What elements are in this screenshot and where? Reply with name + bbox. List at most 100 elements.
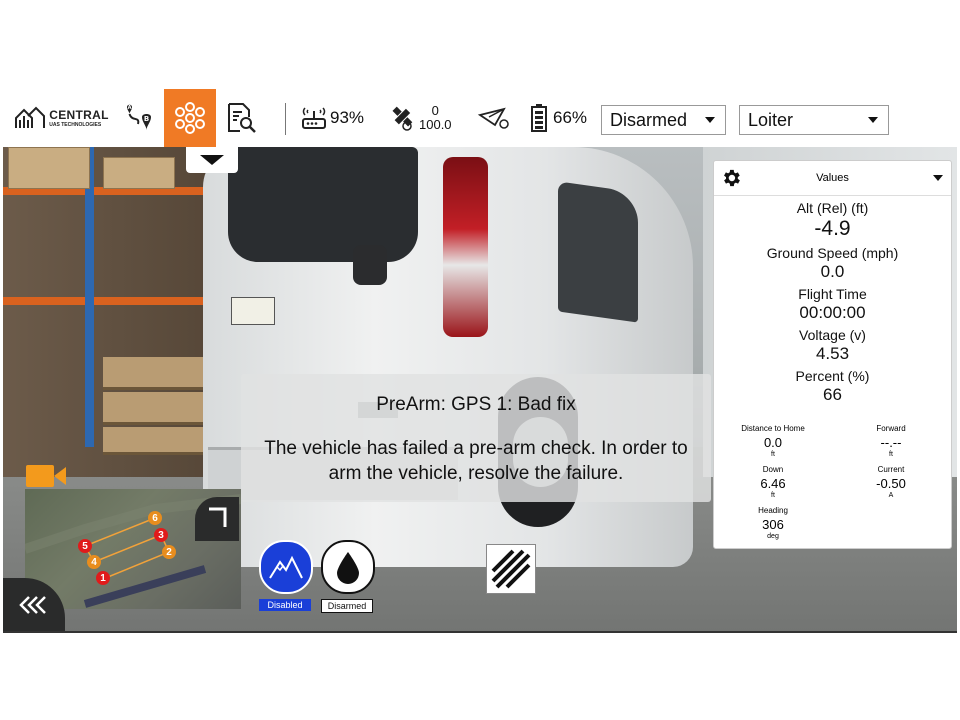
gps-indicator[interactable]: 0 100.0 [387, 89, 452, 147]
storage-box [103, 157, 175, 189]
gps-hdop: 100.0 [419, 117, 452, 132]
svg-text:B: B [144, 115, 149, 123]
video-camera-icon [26, 465, 66, 487]
route-plan-icon: B A [127, 104, 151, 130]
voltage-block: Voltage (v) 4.53 [714, 327, 951, 364]
toolbar-separator [285, 103, 286, 135]
document-search-icon [228, 103, 256, 133]
current-cell: Current -0.50 A [832, 465, 950, 499]
brand-name: CENTRAL [49, 107, 109, 122]
message-title: PreArm: GPS 1: Bad fix [376, 394, 576, 415]
van-side-window [558, 181, 638, 323]
ground-speed-value: 0.0 [820, 262, 845, 281]
telemetry-radio-icon [302, 107, 326, 129]
voltage-label: Voltage (v) [799, 327, 866, 343]
fly-view-button[interactable] [164, 89, 216, 147]
chevron-down-icon[interactable] [933, 175, 943, 181]
brand-text: CENTRAL UAS TECHNOLOGIES [49, 109, 108, 128]
distance-home-cell: Distance to Home 0.0 ft [714, 424, 832, 458]
terrain-follow-label: Disabled [259, 599, 311, 611]
rc-rssi-indicator[interactable] [477, 89, 511, 147]
alt-rel-label: Alt (Rel) (ft) [796, 200, 869, 216]
expand-corner-icon [209, 507, 227, 527]
double-chevron-left-icon [19, 596, 46, 614]
ground-speed-label: Ground Speed (mph) [766, 245, 899, 261]
values-title: Values [816, 172, 849, 184]
terrain-follow-button[interactable] [259, 540, 313, 594]
forward-unit: ft [889, 451, 893, 458]
triangle-down-icon [200, 155, 224, 165]
svg-text:A: A [128, 105, 132, 111]
water-drop-icon [337, 552, 359, 584]
battery-indicator[interactable]: 66% [529, 89, 587, 147]
distance-home-label: Distance to Home [741, 424, 805, 433]
alt-rel-value: -4.9 [814, 217, 851, 240]
current-unit: A [888, 492, 894, 499]
sprayer-button[interactable] [321, 540, 375, 594]
waypoint-marker[interactable]: 1 [96, 571, 110, 585]
drone-icon [175, 102, 205, 134]
flight-mode-value: Loiter [748, 109, 794, 130]
current-label: Current [877, 465, 905, 474]
brand-icon [15, 106, 46, 128]
flight-mode-dropdown[interactable]: Loiter [739, 105, 889, 135]
telemetry-indicator[interactable]: 93% [300, 89, 364, 147]
satellite-icon [392, 106, 413, 131]
main-toolbar: CENTRAL UAS TECHNOLOGIES B A 93% 0 100.0… [3, 89, 957, 147]
down-value: 6.46 [760, 476, 786, 491]
app-window: CENTRAL UAS TECHNOLOGIES B A 93% 0 100.0… [3, 89, 957, 633]
pallet [103, 357, 213, 390]
down-cell: Down 6.46 ft [714, 465, 832, 499]
alt-rel-block: Alt (Rel) (ft) -4.9 [714, 200, 951, 241]
values-header: Values [714, 161, 951, 196]
battery-icon [531, 104, 547, 132]
arm-state-value: Disarmed [610, 109, 688, 130]
rack-post [85, 147, 94, 447]
forward-label: Forward [876, 424, 906, 433]
hatch-pattern-icon [491, 549, 531, 589]
van-taillight [443, 157, 488, 337]
chevron-down-icon [705, 117, 715, 123]
waypoint-marker[interactable]: 5 [78, 539, 92, 553]
ground-speed-block: Ground Speed (mph) 0.0 [714, 245, 951, 282]
heading-value: 306 [762, 517, 784, 532]
storage-box [8, 147, 90, 189]
pallet [103, 392, 213, 425]
flight-time-label: Flight Time [798, 286, 867, 302]
heading-label: Heading [758, 506, 788, 515]
flight-time-block: Flight Time 00:00:00 [714, 286, 951, 323]
voltage-value: 4.53 [815, 344, 850, 363]
waypoint-marker[interactable]: 6 [148, 511, 162, 525]
chevron-down-icon [868, 117, 878, 123]
distance-home-unit: ft [771, 451, 775, 458]
percent-value: 66 [823, 385, 842, 404]
brand-logo[interactable]: CENTRAL UAS TECHNOLOGIES [9, 89, 114, 147]
telemetry-percent: 93% [330, 108, 365, 127]
prearm-message[interactable]: PreArm: GPS 1: Bad fix The vehicle has f… [241, 374, 711, 502]
gear-icon[interactable] [720, 167, 742, 189]
waypoint-marker[interactable]: 4 [87, 555, 101, 569]
van-emblem [353, 245, 387, 285]
mountain-icon [269, 555, 303, 579]
flight-time-value: 00:00:00 [799, 303, 866, 322]
forward-cell: Forward --.-- ft [832, 424, 950, 458]
waypoint-marker[interactable]: 2 [162, 545, 176, 559]
forward-value: --.-- [880, 435, 902, 450]
percent-label: Percent (%) [795, 368, 870, 384]
van-rear-window [228, 147, 418, 262]
waypoint-marker[interactable]: 3 [154, 528, 168, 542]
brand-subtitle: UAS TECHNOLOGIES [49, 121, 102, 128]
heading-unit: deg [767, 533, 779, 540]
values-panel: Values Alt (Rel) (ft) -4.9 Ground Speed … [713, 160, 952, 549]
arm-state-dropdown[interactable]: Disarmed [601, 105, 726, 135]
down-unit: ft [771, 492, 775, 499]
analyze-button[interactable] [219, 89, 263, 147]
map-expand-button[interactable] [195, 497, 239, 541]
gps-values: 0 100.0 [419, 103, 452, 133]
pattern-button[interactable] [486, 544, 536, 594]
battery-percent: 66% [553, 108, 588, 127]
toolbar-collapse-button[interactable] [186, 147, 238, 173]
percent-block: Percent (%) 66 [714, 368, 951, 405]
plan-view-button[interactable]: B A [113, 89, 163, 147]
distance-home-value: 0.0 [763, 435, 783, 450]
